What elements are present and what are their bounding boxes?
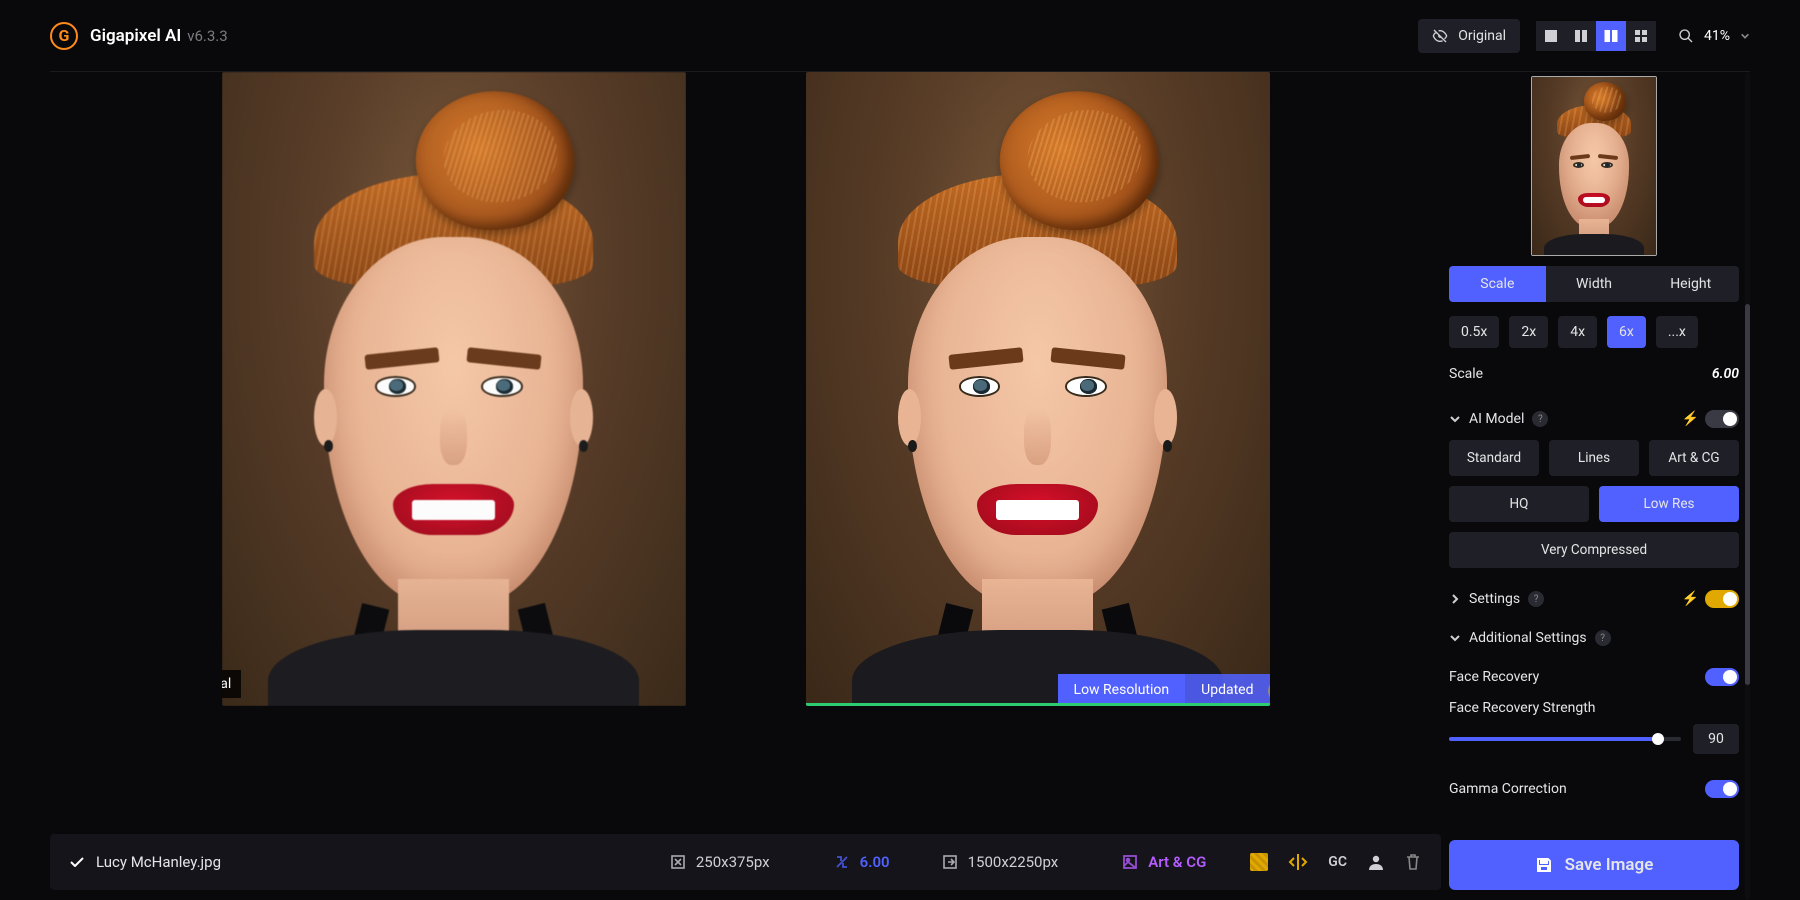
topbar: G Gigapixel AI v6.3.3 Original 41% [50, 0, 1750, 72]
navigator-thumbnail[interactable] [1531, 76, 1657, 256]
tab-scale[interactable]: Scale [1449, 266, 1546, 302]
chevron-down-icon[interactable] [1449, 632, 1461, 644]
view-split-button[interactable] [1566, 21, 1596, 51]
view-single-button[interactable] [1536, 21, 1566, 51]
preset-4x[interactable]: 4x [1558, 316, 1597, 348]
save-image-label: Save Image [1565, 855, 1654, 875]
zoom-percent: 41% [1704, 28, 1730, 44]
save-icon [1535, 856, 1553, 874]
model-hq[interactable]: HQ [1449, 486, 1589, 522]
scale-icon [834, 854, 850, 870]
model-grid: Standard Lines Art & CG HQ Low Res Very … [1449, 440, 1739, 568]
preset-2x[interactable]: 2x [1509, 316, 1548, 348]
settings-label: Settings [1469, 591, 1520, 607]
model-low-res[interactable]: Low Res [1599, 486, 1739, 522]
source-dimensions: 250x375px [696, 853, 770, 871]
preset-6x[interactable]: 6x [1607, 316, 1646, 348]
file-bar: Lucy McHanley.jpg 250x375px 6.00 1500x22… [50, 834, 1441, 890]
ai-model-label: AI Model [1469, 411, 1524, 427]
progress-bar [806, 703, 1270, 706]
toggle-original-button[interactable]: Original [1418, 19, 1520, 53]
model-very-compressed[interactable]: Very Compressed [1449, 532, 1739, 568]
preview-processed: Low Resolution Updated ☺ ☹ [806, 72, 1270, 706]
eye-off-icon [1432, 28, 1448, 44]
help-icon[interactable]: ? [1532, 411, 1548, 427]
zoom-icon [1678, 28, 1694, 44]
view-grid-button[interactable] [1626, 21, 1656, 51]
chevron-down-icon[interactable] [1449, 413, 1461, 425]
preset-0.5x[interactable]: 0.5x [1449, 316, 1499, 348]
compare-icon[interactable] [1288, 852, 1308, 872]
scale-label: Scale [1449, 366, 1483, 382]
view-mode-group [1536, 21, 1656, 51]
bolt-icon: ⚡ [1682, 591, 1699, 607]
panel-scrollbar[interactable] [1745, 72, 1750, 900]
person-icon[interactable] [1367, 853, 1385, 871]
resize-mode-tabs: Scale Width Height [1449, 266, 1739, 302]
file-name: Lucy McHanley.jpg [96, 853, 221, 871]
save-image-button[interactable]: Save Image [1449, 840, 1739, 890]
face-recovery-label: Face Recovery [1449, 669, 1539, 685]
settings-panel: Scale Width Height 0.5x 2x 4x 6x ...x Sc… [1449, 72, 1739, 900]
help-icon[interactable]: ? [1528, 591, 1544, 607]
scale-value: 6.00 [1712, 366, 1739, 382]
settings-auto-toggle[interactable] [1705, 590, 1739, 608]
trash-icon[interactable] [1405, 853, 1421, 871]
check-icon [70, 857, 84, 867]
additional-settings-label: Additional Settings [1469, 630, 1587, 646]
preview-original: Original [222, 72, 686, 706]
output-dimensions: 1500x2250px [968, 853, 1059, 871]
help-icon[interactable]: ? [1595, 630, 1611, 646]
scale-presets: 0.5x 2x 4x 6x ...x [1449, 316, 1739, 348]
zoom-control[interactable]: 41% [1678, 28, 1750, 44]
toggle-original-label: Original [1458, 28, 1506, 44]
model-standard[interactable]: Standard [1449, 440, 1539, 476]
model-badge: Low Resolution [1058, 674, 1186, 706]
output-icon [942, 854, 958, 870]
scale-factor: 6.00 [860, 853, 890, 871]
face-strength-label: Face Recovery Strength [1449, 700, 1739, 716]
app-logo-icon: G [50, 22, 78, 50]
gamma-label: Gamma Correction [1449, 781, 1567, 797]
updated-badge: Updated [1185, 674, 1269, 706]
app-name: Gigapixel AI [90, 26, 181, 46]
chevron-down-icon [1740, 31, 1750, 41]
auto-icon[interactable] [1250, 853, 1268, 871]
image-icon [1122, 854, 1138, 870]
view-side-by-side-button[interactable] [1596, 21, 1626, 51]
preview-area[interactable]: Original Low Resolution [50, 72, 1441, 820]
preset-custom[interactable]: ...x [1656, 316, 1698, 348]
tab-height[interactable]: Height [1642, 266, 1739, 302]
face-recovery-toggle[interactable] [1705, 668, 1739, 686]
bolt-icon: ⚡ [1682, 411, 1699, 427]
face-strength-value[interactable]: 90 [1693, 724, 1739, 754]
brand: G Gigapixel AI v6.3.3 [50, 22, 228, 50]
original-tag: Original [222, 670, 242, 698]
chevron-right-icon[interactable] [1449, 593, 1461, 605]
processed-image [806, 72, 1270, 706]
dimensions-icon [670, 854, 686, 870]
gamma-toggle[interactable] [1705, 780, 1739, 798]
ai-model-auto-toggle[interactable] [1705, 410, 1739, 428]
feedback-happy-icon[interactable]: ☺ [1268, 680, 1270, 702]
model-art-cg[interactable]: Art & CG [1649, 440, 1739, 476]
gc-label: GC [1328, 854, 1347, 870]
app-version: v6.3.3 [187, 27, 227, 45]
face-strength-slider[interactable] [1449, 737, 1681, 741]
model-lines[interactable]: Lines [1549, 440, 1639, 476]
original-image [222, 72, 686, 706]
tab-width[interactable]: Width [1546, 266, 1643, 302]
footer-model-label: Art & CG [1148, 853, 1206, 871]
